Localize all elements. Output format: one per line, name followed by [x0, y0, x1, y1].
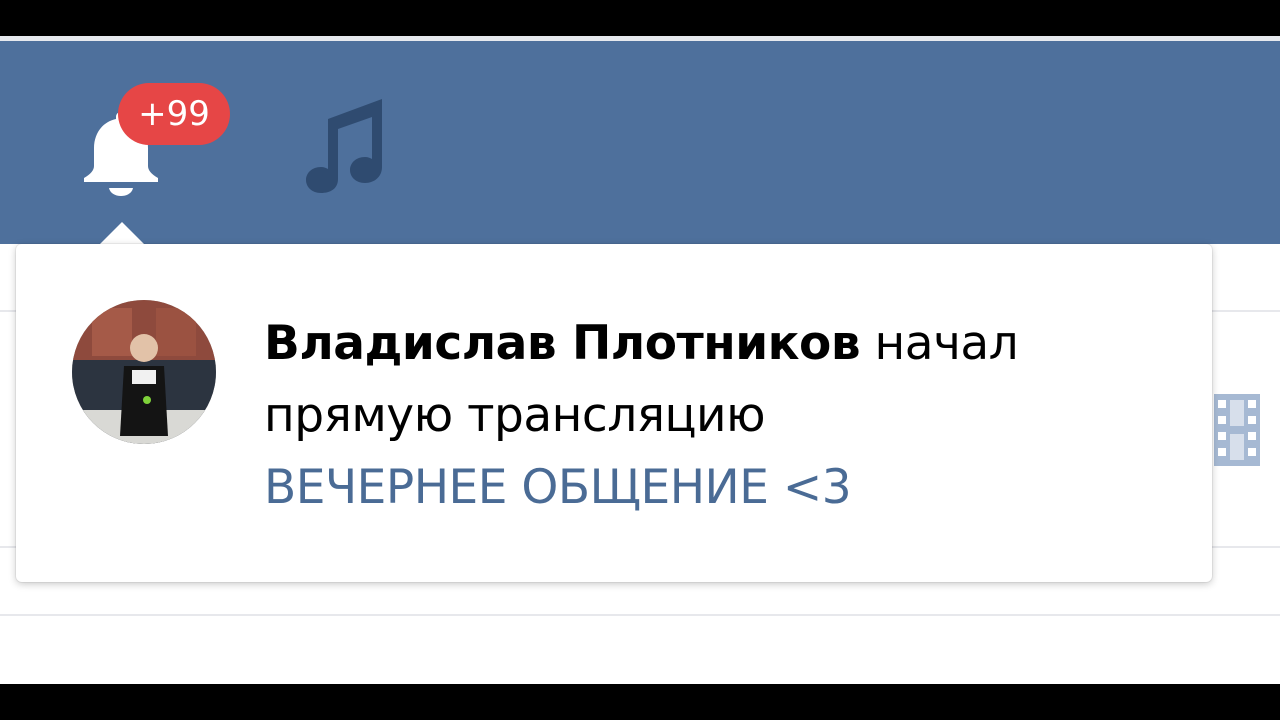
- header-bar: +99: [0, 41, 1280, 244]
- action-text-line-1: начал: [874, 316, 1019, 371]
- popup-pointer: [98, 222, 146, 246]
- notification-text: Владислав Плотников начал прямую трансля…: [264, 308, 1164, 524]
- film-icon: [1214, 394, 1260, 466]
- screen: +99 Владислав Плотников начал прямую тра…: [0, 36, 1280, 684]
- avatar[interactable]: [72, 300, 216, 444]
- letterbox-bottom: [0, 684, 1280, 720]
- notifications-popup: Владислав Плотников начал прямую трансля…: [16, 244, 1212, 582]
- author-name-link[interactable]: Владислав Плотников: [264, 316, 861, 371]
- notifications-count-badge: +99: [118, 83, 230, 145]
- background-divider: [0, 614, 1280, 616]
- notifications-button[interactable]: +99: [70, 83, 230, 196]
- action-text-line-2: прямую трансляцию: [264, 388, 766, 443]
- music-button[interactable]: [292, 93, 392, 193]
- stream-title-link[interactable]: ВЕЧЕРНЕЕ ОБЩЕНИЕ <3: [264, 452, 1164, 524]
- music-note-icon: [306, 99, 382, 193]
- notification-item[interactable]: Владислав Плотников начал прямую трансля…: [16, 244, 1212, 582]
- letterbox-top: [0, 0, 1280, 36]
